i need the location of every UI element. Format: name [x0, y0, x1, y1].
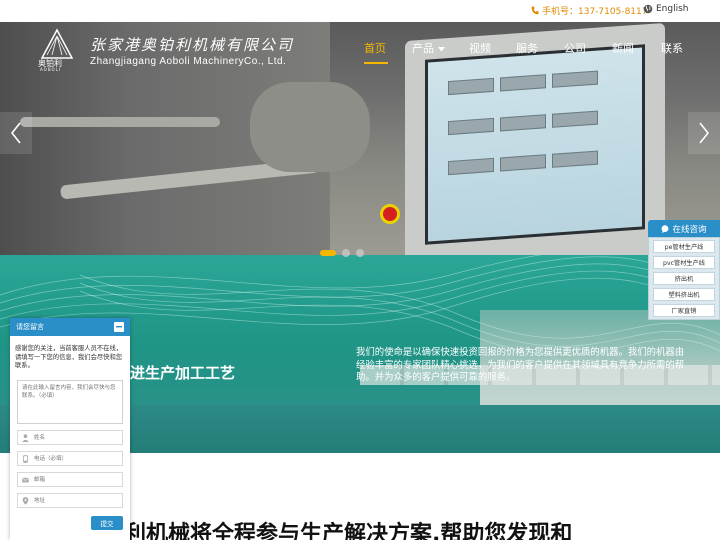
section-slogan: 进生产加工工艺 [130, 364, 236, 382]
nav-item-products[interactable]: 产品 [412, 40, 445, 56]
phone-contact[interactable]: 手机号：137-7105-8117 [531, 4, 647, 17]
hero-extruder [250, 82, 370, 172]
consult-item[interactable]: 挤出机 [653, 272, 715, 285]
email-input[interactable] [34, 474, 120, 485]
nav-item-news[interactable]: 新闻 [612, 40, 634, 56]
slider-dot[interactable] [356, 249, 364, 257]
consult-list: pe管材生产线 pvc管材生产线 挤出机 塑料挤出机 厂家直销 [648, 237, 720, 320]
section-heading: 奥铂利机械将全程参与生产解决方案,帮助您发现和 [80, 522, 573, 540]
logo-text-en: AOBOLI [40, 67, 62, 72]
nav-item-video[interactable]: 视频 [469, 40, 491, 56]
language-label: English [656, 4, 689, 14]
chevron-right-icon [699, 122, 710, 144]
mission-text: 我们的使命是以确保快速投资回报的价格为您提供更优质的机器。我们的机器由经验丰富的… [356, 347, 685, 383]
phone-number: 手机号：137-7105-8117 [542, 7, 648, 17]
phone-icon [23, 455, 28, 463]
address-input[interactable] [34, 495, 120, 506]
consult-item[interactable]: pe管材生产线 [653, 240, 715, 253]
email-icon [22, 477, 29, 483]
name-field[interactable] [17, 430, 123, 445]
slider-dot[interactable] [342, 249, 350, 257]
minimize-button[interactable] [114, 322, 124, 332]
top-bar: 手机号：137-7105-8117 English [0, 0, 720, 22]
slider-pagination [320, 249, 364, 257]
nav-active-underline [364, 62, 388, 64]
emergency-stop-button-image [380, 204, 400, 224]
slider-dot-active[interactable] [320, 250, 336, 256]
nav-item-service[interactable]: 服务 [516, 40, 538, 56]
submit-button[interactable]: 提交 [91, 516, 123, 530]
screen-button-row [448, 70, 598, 96]
minimize-icon [116, 326, 122, 328]
phone-input[interactable] [34, 453, 120, 464]
globe-icon [643, 4, 653, 14]
language-switch[interactable]: English [643, 4, 689, 14]
phone-field[interactable] [17, 451, 123, 466]
hero-pipe [20, 117, 220, 127]
name-input[interactable] [34, 432, 120, 443]
nav-item-company[interactable]: 公司 [564, 40, 586, 56]
screen-button-row [448, 150, 598, 176]
nav-item-home[interactable]: 首页 [364, 40, 386, 56]
phone-icon [531, 6, 539, 15]
online-consult-header[interactable]: 在线咨询 [648, 220, 720, 237]
consult-item[interactable]: 厂家直销 [653, 304, 715, 317]
message-widget-intro: 感谢您的关注，当前客服人员不在线，请填写一下您的信息，我们会尽快和您联系。 [15, 345, 123, 369]
message-widget: 请您留言 感谢您的关注，当前客服人员不在线，请填写一下您的信息，我们会尽快和您联… [10, 318, 130, 540]
user-icon [22, 434, 29, 442]
chat-bubble-icon [662, 224, 669, 233]
slider-prev-button[interactable] [0, 112, 32, 154]
screen-button-row [448, 110, 598, 136]
nav-item-contact[interactable]: 联系 [661, 40, 683, 56]
address-field[interactable] [17, 493, 123, 508]
consult-item[interactable]: 塑料挤出机 [653, 288, 715, 301]
email-field[interactable] [17, 472, 123, 487]
slider-next-button[interactable] [688, 112, 720, 154]
company-name-cn: 张家港奥铂利机械有限公司 [90, 36, 295, 54]
hero-control-screen [425, 44, 645, 245]
company-name-en: Zhangjiagang Aoboli MachineryCo., Ltd. [90, 56, 287, 67]
message-widget-header[interactable]: 请您留言 [10, 318, 130, 336]
message-widget-title: 请您留言 [16, 323, 44, 331]
location-icon [22, 497, 29, 505]
message-textarea[interactable] [17, 380, 123, 424]
consult-item[interactable]: pvc管材生产线 [653, 256, 715, 269]
chevron-left-icon [10, 122, 21, 144]
caret-down-icon [437, 46, 445, 51]
online-consult-panel: 在线咨询 pe管材生产线 pvc管材生产线 挤出机 塑料挤出机 厂家直销 [648, 220, 720, 320]
